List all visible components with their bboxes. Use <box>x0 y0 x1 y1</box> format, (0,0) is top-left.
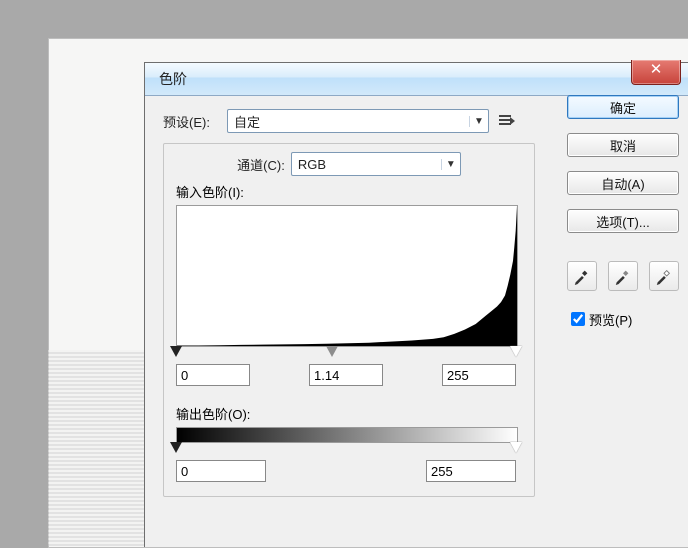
preview-checkbox[interactable] <box>571 312 585 326</box>
shadow-input[interactable] <box>176 364 250 386</box>
ok-button[interactable]: 确定 <box>567 95 679 119</box>
highlight-input[interactable] <box>442 364 516 386</box>
output-slider-track[interactable] <box>176 442 516 454</box>
histogram <box>176 205 518 347</box>
background-sketch <box>48 350 158 546</box>
output-values-row <box>176 460 516 482</box>
channel-combo[interactable]: RGB ▼ <box>291 152 461 176</box>
input-slider-track[interactable] <box>176 346 516 358</box>
levels-group: 通道(C): RGB ▼ 输入色阶(I): <box>163 143 535 497</box>
highlight-slider[interactable] <box>510 346 522 357</box>
midtone-input[interactable] <box>309 364 383 386</box>
output-gradient <box>176 427 518 443</box>
right-column: 确定 取消 自动(A) 选项(T)... 预览(P) <box>567 95 679 329</box>
midtone-slider[interactable] <box>326 346 338 357</box>
eyedropper-icon <box>655 267 673 285</box>
eyedropper-black[interactable] <box>567 261 597 291</box>
chevron-down-icon: ▼ <box>441 159 460 170</box>
cancel-button[interactable]: 取消 <box>567 133 679 157</box>
eyedropper-row <box>567 261 679 291</box>
options-button[interactable]: 选项(T)... <box>567 209 679 233</box>
preset-menu-icon[interactable] <box>499 113 515 129</box>
auto-button[interactable]: 自动(A) <box>567 171 679 195</box>
histogram-svg <box>177 206 517 346</box>
shadow-slider[interactable] <box>170 346 182 357</box>
output-low-slider[interactable] <box>170 442 182 453</box>
input-values-row <box>176 364 516 386</box>
titlebar[interactable]: 色阶 ✕ <box>145 63 688 96</box>
preview-checkbox-row[interactable]: 预览(P) <box>567 309 679 329</box>
eyedropper-white[interactable] <box>649 261 679 291</box>
chevron-down-icon: ▼ <box>469 116 488 127</box>
preset-combo[interactable]: 自定 ▼ <box>227 109 489 133</box>
levels-dialog: 色阶 ✕ 预设(E): 自定 ▼ 通道(C): RGB ▼ 输入色阶(I): <box>144 62 688 547</box>
preset-label: 预设(E): <box>163 112 227 131</box>
output-levels-label: 输出色阶(O): <box>176 404 522 423</box>
output-low-input[interactable] <box>176 460 266 482</box>
eyedropper-gray[interactable] <box>608 261 638 291</box>
close-button[interactable]: ✕ <box>631 60 681 85</box>
output-high-slider[interactable] <box>510 442 522 453</box>
channel-row: 通道(C): RGB ▼ <box>176 152 522 176</box>
channel-value: RGB <box>292 157 441 172</box>
preset-value: 自定 <box>228 112 469 131</box>
channel-label: 通道(C): <box>237 155 285 174</box>
output-high-input[interactable] <box>426 460 516 482</box>
eyedropper-icon <box>614 267 632 285</box>
eyedropper-icon <box>573 267 591 285</box>
close-icon: ✕ <box>650 61 663 78</box>
input-levels-label: 输入色阶(I): <box>176 182 522 201</box>
preview-label: 预览(P) <box>589 310 632 329</box>
dialog-body: 预设(E): 自定 ▼ 通道(C): RGB ▼ 输入色阶(I): <box>145 95 688 547</box>
window-title: 色阶 <box>159 69 187 89</box>
